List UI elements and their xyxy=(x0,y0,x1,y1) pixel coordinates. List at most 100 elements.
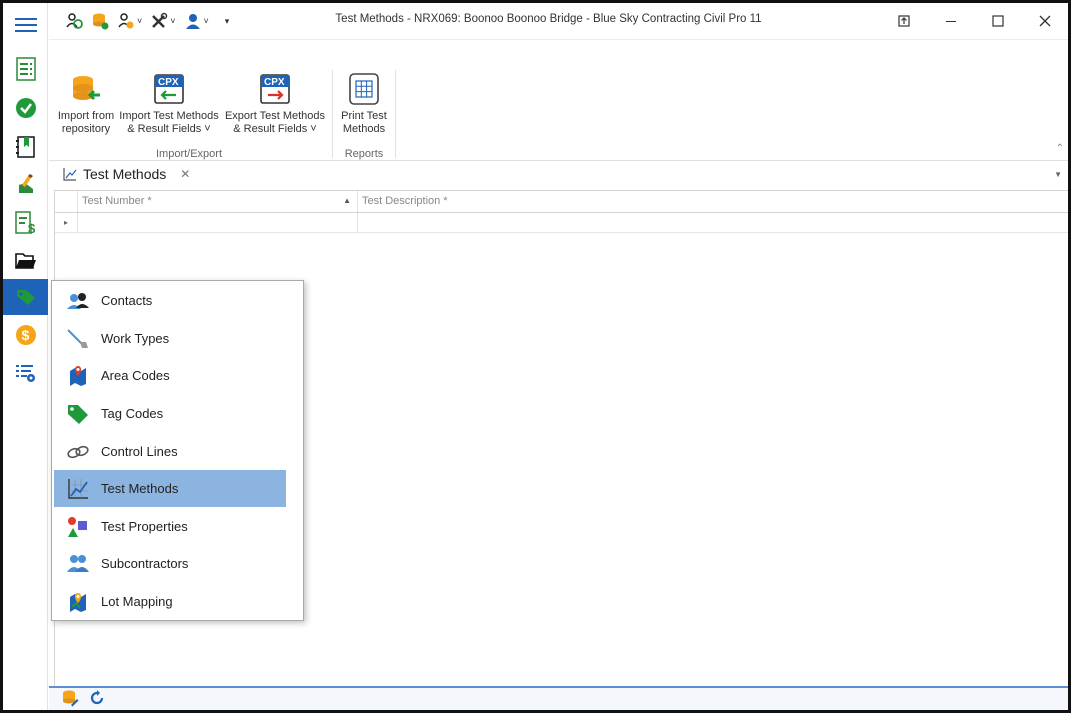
column-title: Test Number * xyxy=(82,195,152,207)
button-label-line1: Export Test Methods xyxy=(224,110,326,122)
contacts-icon xyxy=(65,290,91,312)
app-window: $ $ ˅ ˅ ˅ ▾ Test Methods - NRX069: Boono… xyxy=(0,0,1071,713)
subcontractors-icon xyxy=(65,553,91,575)
button-label-line1: Import from xyxy=(57,110,115,122)
dropdown-arrow-icon: ▾ xyxy=(224,15,230,26)
settings-list-icon[interactable] xyxy=(3,355,48,391)
button-label-line2: Methods xyxy=(342,123,386,135)
menu-item-label: Tag Codes xyxy=(101,406,164,421)
column-title: Test Description * xyxy=(362,195,448,207)
user-sync-icon[interactable] xyxy=(65,12,83,30)
button-label-line1: Print Test xyxy=(341,110,387,122)
menu-item-label: Work Types xyxy=(101,331,170,346)
menu-item-label: Lot Mapping xyxy=(101,594,173,609)
shapes-icon xyxy=(65,516,91,538)
status-bar xyxy=(49,686,1068,710)
dollar-coin-icon[interactable]: $ xyxy=(3,317,48,353)
window-controls xyxy=(880,3,1068,39)
title-bar: ˅ ˅ ˅ ▾ Test Methods - NRX069: Boonoo Bo… xyxy=(49,3,1068,39)
quick-access-toolbar: ˅ ˅ ˅ ▾ xyxy=(65,12,229,30)
ribbon-group-label: Reports xyxy=(344,148,384,160)
menu-item-test-methods[interactable]: Test Methods xyxy=(54,470,286,507)
tag-icon[interactable] xyxy=(3,279,48,315)
menu-item-label: Contacts xyxy=(101,293,153,308)
user-admin-dropdown[interactable]: ˅ xyxy=(117,12,142,30)
print-test-methods-button[interactable]: Print Test Methods xyxy=(336,72,392,136)
chevron-down-icon: ˅ xyxy=(170,16,176,26)
ribbon: Import from repository CPX Import Test Me… xyxy=(49,39,1068,161)
row-pointer-icon: ▸ xyxy=(55,213,78,232)
import-test-methods-button[interactable]: CPX Import Test Methods & Result Fields ˅ xyxy=(119,72,219,136)
bookmark-book-icon[interactable] xyxy=(3,129,48,165)
ribbon-group-label: Import/Export xyxy=(155,148,223,160)
tab-title: Test Methods xyxy=(83,166,167,182)
menu-item-contacts[interactable]: Contacts xyxy=(54,282,286,319)
table-cell[interactable] xyxy=(78,213,358,232)
close-tab-icon[interactable]: ✕ xyxy=(180,167,190,181)
work-types-icon xyxy=(65,328,91,350)
table-row[interactable]: ▸ xyxy=(55,213,1068,233)
tag-icon xyxy=(65,403,91,425)
minimize-icon[interactable] xyxy=(927,3,974,39)
settings-popup-menu: Contacts Work Types Area Codes Tag Codes… xyxy=(51,280,304,621)
lot-map-icon xyxy=(65,591,91,613)
button-label-line1: Import Test Methods xyxy=(119,110,219,122)
ribbon-separator xyxy=(395,70,396,158)
refresh-icon[interactable] xyxy=(89,689,105,709)
window-title: Test Methods - NRX069: Boonoo Boonoo Bri… xyxy=(335,13,762,25)
column-header-test-number[interactable]: Test Number * ▲ xyxy=(78,191,358,212)
database-refresh-icon[interactable] xyxy=(91,12,109,30)
tools-dropdown[interactable]: ˅ xyxy=(150,12,176,30)
button-label-line2: repository xyxy=(61,123,111,135)
customize-toolbar-dropdown[interactable]: ▾ xyxy=(217,12,230,30)
menu-item-label: Test Properties xyxy=(101,519,188,534)
menu-item-label: Test Methods xyxy=(101,481,179,496)
column-header-test-description[interactable]: Test Description * xyxy=(358,191,1068,212)
invoice-dollar-icon[interactable]: $ xyxy=(3,205,48,241)
cpx-import-icon: CPX xyxy=(152,72,186,106)
menu-item-subcontractors[interactable]: Subcontractors xyxy=(54,545,286,582)
navigation-rail: $ $ xyxy=(3,3,48,710)
pencil-hand-icon[interactable] xyxy=(3,166,48,202)
grid-header: Test Number * ▲ Test Description * xyxy=(55,191,1068,213)
chevron-down-icon: ˅ xyxy=(137,16,143,26)
checklist-icon[interactable] xyxy=(3,51,48,87)
menu-item-area-codes[interactable]: Area Codes xyxy=(54,357,286,394)
tab-test-methods[interactable]: Test Methods ✕ xyxy=(63,166,190,182)
open-folder-icon[interactable] xyxy=(3,243,48,279)
export-test-methods-button[interactable]: CPX Export Test Methods & Result Fields ˅ xyxy=(225,72,325,136)
user-account-dropdown[interactable]: ˅ xyxy=(184,12,209,30)
map-pin-icon xyxy=(65,365,91,387)
ribbon-group-reports: Print Test Methods Reports xyxy=(333,40,395,162)
tab-menu-dropdown-icon[interactable]: ▼ xyxy=(1054,170,1062,179)
chain-link-icon xyxy=(65,441,91,463)
menu-item-lot-mapping[interactable]: Lot Mapping xyxy=(54,583,286,620)
collapse-ribbon-icon[interactable]: ⌃ xyxy=(1056,143,1064,154)
button-label-line2: & Result Fields ˅ xyxy=(127,123,211,135)
svg-text:$: $ xyxy=(28,221,36,235)
menu-item-work-types[interactable]: Work Types xyxy=(54,320,286,357)
hamburger-menu-icon[interactable] xyxy=(3,7,48,43)
menu-item-control-lines[interactable]: Control Lines xyxy=(54,433,286,470)
menu-item-tag-codes[interactable]: Tag Codes xyxy=(54,395,286,432)
ribbon-group-import-export: Import from repository CPX Import Test Me… xyxy=(49,40,329,162)
close-icon[interactable] xyxy=(1021,3,1068,39)
row-indicator-header xyxy=(55,191,78,212)
table-cell[interactable] xyxy=(358,213,1068,232)
import-from-repository-button[interactable]: Import from repository xyxy=(57,72,115,136)
database-import-icon xyxy=(69,72,103,106)
menu-item-label: Control Lines xyxy=(101,444,178,459)
maximize-icon[interactable] xyxy=(974,3,1021,39)
print-grid-icon xyxy=(347,72,381,106)
chart-icon xyxy=(65,478,91,500)
menu-item-test-properties[interactable]: Test Properties xyxy=(54,508,286,545)
svg-text:CPX: CPX xyxy=(264,77,285,88)
chevron-down-icon: ˅ xyxy=(203,16,209,26)
document-tab-bar: Test Methods ✕ ▼ xyxy=(49,162,1068,190)
chart-icon xyxy=(63,168,77,181)
database-edit-icon[interactable] xyxy=(61,689,79,710)
sort-ascending-icon: ▲ xyxy=(343,196,351,205)
pin-window-icon[interactable] xyxy=(880,3,927,39)
svg-text:CPX: CPX xyxy=(158,77,179,88)
green-check-icon[interactable] xyxy=(3,90,48,126)
